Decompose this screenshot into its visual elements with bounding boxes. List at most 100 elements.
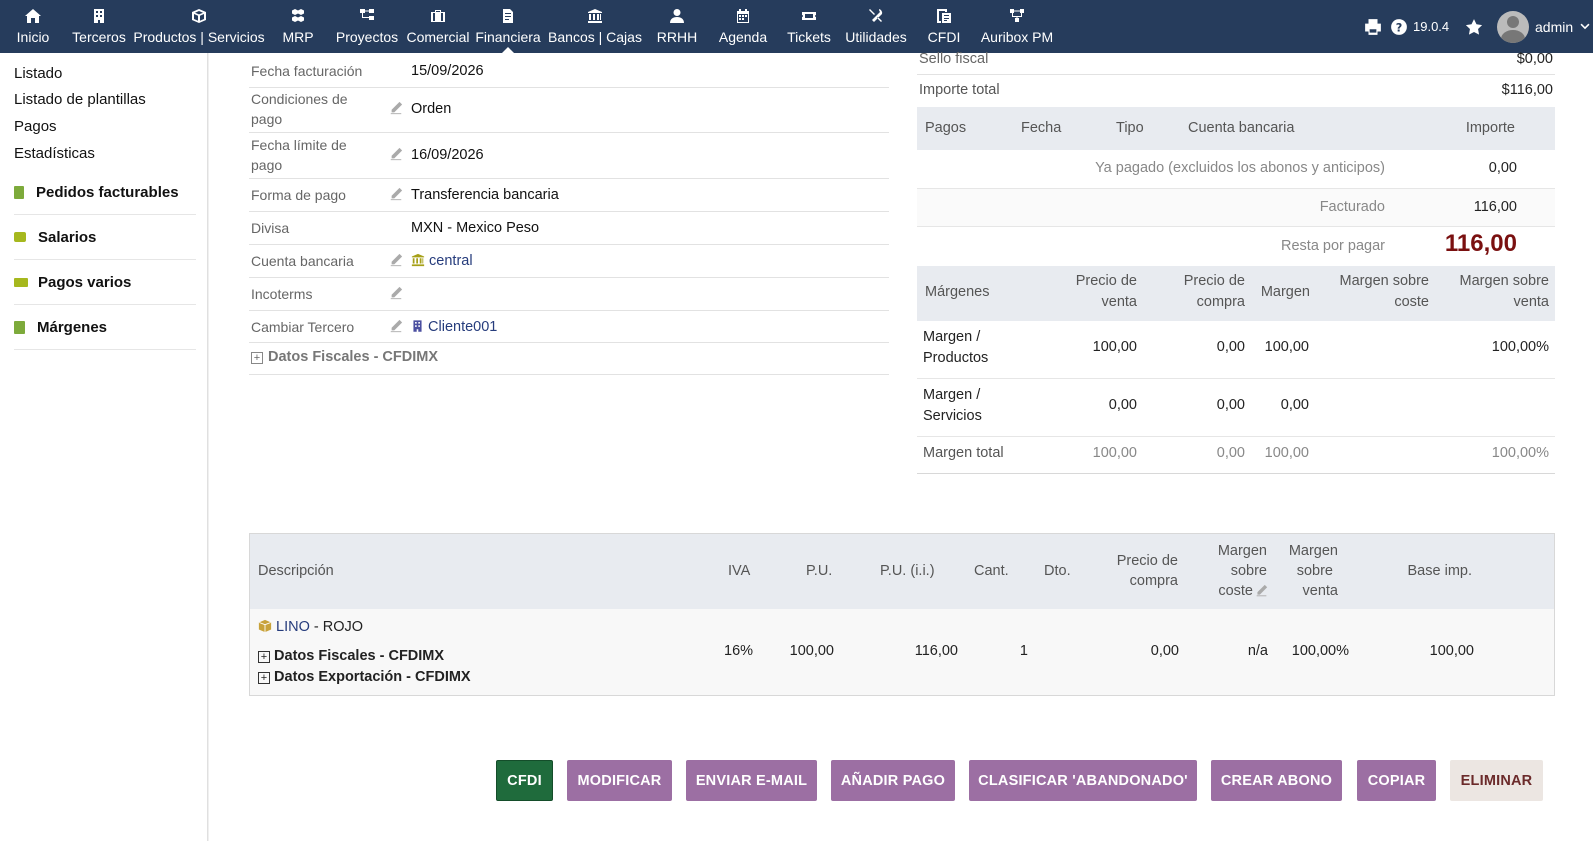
nav-utilidades[interactable]: Utilidades — [845, 0, 907, 53]
nav-tickets[interactable]: Tickets — [787, 0, 831, 53]
edit-pencil-icon[interactable] — [1255, 584, 1268, 600]
document-icon — [14, 185, 24, 199]
building-icon — [413, 320, 422, 332]
calendar-icon — [737, 9, 749, 23]
menu-item-estadisticas[interactable]: Estadísticas — [14, 145, 95, 162]
menu-block-pagos-varios[interactable]: Pagos varios — [14, 260, 196, 305]
expand-plus-icon: + — [258, 672, 270, 684]
field-cambiar-tercero: Cambiar Tercero Cliente001 — [249, 311, 889, 343]
edit-pencil-icon[interactable] — [389, 187, 403, 201]
expand-plus-icon: + — [258, 651, 270, 663]
money-icon — [14, 277, 28, 287]
menu-block-margenes[interactable]: Márgenes — [14, 305, 196, 350]
invoice-lines-header: Descripción IVA P.U. P.U. (i.i.) Cant. D… — [250, 534, 1554, 609]
nav-agenda[interactable]: Agenda — [718, 0, 768, 53]
cfdi-icon — [937, 9, 951, 23]
sitemap-icon — [360, 9, 374, 20]
cfdi-button[interactable]: CFDI — [496, 760, 553, 801]
help-icon: ? — [1391, 18, 1407, 35]
eliminar-button[interactable]: ELIMINAR — [1450, 760, 1543, 801]
invoice-icon — [503, 9, 513, 23]
nav-proyectos[interactable]: Proyectos — [336, 0, 398, 53]
menu-item-listado-plantillas[interactable]: Listado de plantillas — [14, 91, 146, 108]
field-condiciones-pago: Condiciones de pago Orden — [249, 88, 889, 133]
field-fecha-limite-pago: Fecha límite de pago 16/09/2026 — [249, 133, 889, 179]
nav-auribox-pm[interactable]: Auribox PM — [981, 0, 1053, 53]
cube-icon — [192, 9, 206, 23]
avatar — [1497, 10, 1529, 43]
building-icon — [94, 9, 104, 23]
nav-rrhh[interactable]: RRHH — [656, 0, 698, 53]
tercero-link[interactable]: Cliente001 — [428, 319, 497, 335]
margin-row-servicios: Margen / Servicios 0,00 0,00 0,00 — [917, 379, 1555, 437]
calculator-icon — [14, 320, 25, 334]
ticket-icon — [802, 12, 816, 20]
clasificar-abandonado-button[interactable]: CLASIFICAR 'ABANDONADO' — [969, 760, 1197, 801]
top-navigation-bar: Inicio Terceros Productos | Servicios MR… — [0, 0, 1593, 53]
nav-productos-servicios[interactable]: Productos | Servicios — [133, 0, 265, 53]
expand-plus-icon: + — [251, 352, 263, 364]
help-button[interactable]: ? — [1390, 0, 1408, 53]
user-tie-icon — [670, 9, 684, 23]
home-icon — [25, 9, 41, 23]
field-divisa: Divisa MXN - Mexico Peso — [249, 212, 889, 245]
bank-icon — [411, 253, 425, 267]
edit-pencil-icon[interactable] — [389, 319, 403, 333]
datos-fiscales-toggle[interactable]: + Datos Fiscales - CFDIMX — [249, 343, 889, 375]
nav-mrp[interactable]: MRP — [282, 0, 314, 53]
username: admin — [1535, 18, 1574, 35]
line-datos-exportacion-toggle[interactable]: + Datos Exportación - CFDIMX — [258, 667, 471, 687]
importe-total-row: Importe total $116,00 — [919, 82, 1553, 98]
menu-item-listado[interactable]: Listado — [14, 65, 62, 82]
menu-item-pagos[interactable]: Pagos — [14, 118, 57, 135]
crear-abono-button[interactable]: CREAR ABONO — [1211, 760, 1342, 801]
margins-header: Márgenes Precio de venta Precio de compr… — [917, 266, 1555, 321]
copiar-button[interactable]: COPIAR — [1357, 760, 1436, 801]
wallet-icon — [14, 232, 26, 242]
payments-header: Pagos Fecha Tipo Cuenta bancaria Importe — [917, 107, 1555, 150]
main-content: Fecha facturación 15/09/2026 Condiciones… — [209, 51, 1593, 841]
resta-por-pagar-row: Resta por pagar 116,00 — [1281, 230, 1517, 257]
user-menu[interactable]: admin — [1497, 0, 1591, 53]
facturado-row: Facturado 116,00 — [917, 189, 1555, 227]
nav-cfdi[interactable]: CFDI — [928, 0, 960, 53]
briefcase-icon — [431, 10, 445, 22]
nav-inicio[interactable]: Inicio — [14, 0, 52, 53]
menu-block-pedidos-facturables[interactable]: Pedidos facturables — [14, 170, 196, 215]
modificar-button[interactable]: MODIFICAR — [567, 760, 672, 801]
sello-fiscal-row: Sello fiscal $0,00 — [917, 51, 1555, 75]
nav-financiera[interactable]: Financiera — [475, 0, 541, 53]
version-label: 19.0.4 — [1413, 19, 1450, 34]
field-incoterms: Incoterms — [249, 278, 889, 311]
print-button[interactable] — [1364, 0, 1382, 53]
ya-pagado-row: Ya pagado (excluidos los abonos y antici… — [917, 150, 1555, 189]
edit-pencil-icon[interactable] — [389, 147, 403, 161]
edit-pencil-icon[interactable] — [389, 253, 403, 267]
product-link[interactable]: LINO — [276, 619, 310, 635]
edit-pencil-icon[interactable] — [389, 101, 403, 115]
field-forma-pago: Forma de pago Transferencia bancaria — [249, 179, 889, 212]
margin-row-productos: Margen / Productos 100,00 0,00 100,00 10… — [917, 321, 1555, 379]
nav-comercial[interactable]: Comercial — [407, 0, 470, 53]
cubes-icon — [292, 9, 304, 22]
bookmark-button[interactable] — [1465, 0, 1483, 53]
svg-text:?: ? — [1396, 21, 1403, 34]
invoice-lines-table: Descripción IVA P.U. P.U. (i.i.) Cant. D… — [249, 533, 1555, 696]
margin-row-total: Margen total 100,00 0,00 100,00 100,00% — [917, 437, 1555, 474]
bank-icon — [588, 9, 602, 23]
field-cuenta-bancaria: Cuenta bancaria central — [249, 245, 889, 278]
product-cube-icon — [258, 619, 272, 633]
left-menu: Listado Listado de plantillas Pagos Esta… — [0, 53, 208, 841]
enviar-email-button[interactable]: ENVIAR E-MAIL — [686, 760, 817, 801]
anadir-pago-button[interactable]: AÑADIR PAGO — [831, 760, 955, 801]
star-icon — [1465, 18, 1483, 35]
field-fecha-facturacion: Fecha facturación 15/09/2026 — [249, 53, 889, 88]
print-icon — [1365, 18, 1381, 35]
nav-bancos-cajas[interactable]: Bancos | Cajas — [548, 0, 642, 53]
edit-pencil-icon[interactable] — [389, 286, 403, 300]
tools-icon — [869, 9, 883, 22]
bank-account-link[interactable]: central — [429, 253, 473, 269]
line-datos-fiscales-toggle[interactable]: + Datos Fiscales - CFDIMX — [258, 646, 444, 666]
menu-block-salarios[interactable]: Salarios — [14, 215, 196, 260]
nav-terceros[interactable]: Terceros — [72, 0, 126, 53]
